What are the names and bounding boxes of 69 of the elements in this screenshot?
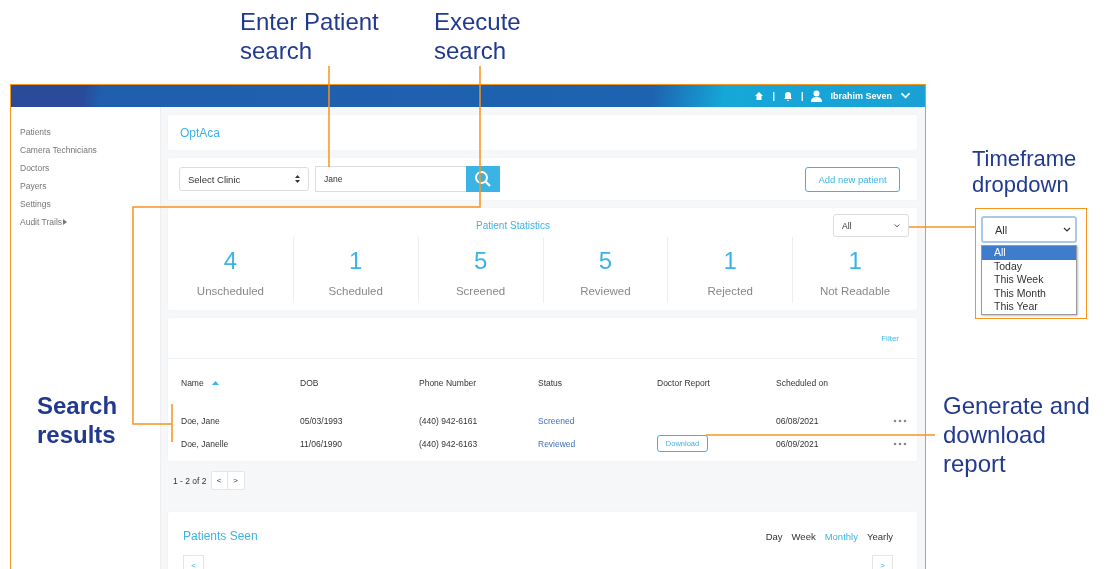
sidebar-item[interactable]: Patients <box>20 126 160 138</box>
table-cell-text: (440) 942-6161 <box>419 415 479 426</box>
user-icon[interactable] <box>811 90 823 102</box>
chevron-down-icon <box>1063 226 1071 233</box>
page-range: 1 - 2 of 2 <box>173 475 207 486</box>
column-header[interactable]: Doctor Report <box>657 378 776 388</box>
stat-label: Rejected <box>707 285 753 297</box>
dropdown-option[interactable]: All <box>982 246 1076 260</box>
table-cell-text: 06/08/2021 <box>776 415 820 426</box>
column-header[interactable]: Name <box>181 378 300 388</box>
column-header[interactable]: DOB <box>300 378 419 388</box>
callout-label: Execute search <box>434 8 522 66</box>
table-cell-text: 06/09/2021 <box>776 438 820 449</box>
chart-title: Patients Seen <box>183 529 258 543</box>
stat-count: 5 <box>598 247 613 275</box>
table-cell-text: 05/03/1993 <box>300 415 344 426</box>
stat-count: 4 <box>223 247 238 275</box>
callout-label: Timeframe dropdown <box>972 146 1078 199</box>
separator: | <box>772 91 775 101</box>
stat-count: 5 <box>473 247 488 275</box>
chevron-down-icon <box>894 222 900 229</box>
statistics-title: Patient Statistics <box>476 220 550 231</box>
table-cell-text: Doe, Jane <box>181 415 221 426</box>
table-cell-text: Doe, Janelle <box>181 438 230 449</box>
chevron-down-icon <box>900 92 911 100</box>
sidebar-item[interactable]: Doctors <box>20 162 160 174</box>
period-tab[interactable]: Day <box>765 530 783 542</box>
callout-label: Search results <box>37 392 119 450</box>
separator: | <box>800 91 804 101</box>
column-header[interactable]: Status <box>538 378 657 388</box>
search-icon <box>474 170 492 188</box>
more-icon[interactable] <box>893 418 907 423</box>
dropdown-option[interactable]: This Week <box>982 273 1076 287</box>
sidebar-item[interactable]: Audit Trails <box>20 216 160 228</box>
column-header[interactable]: Phone Number <box>419 378 538 388</box>
sidebar-item[interactable]: Camera Technicians <box>20 144 160 156</box>
timeframe-select[interactable]: All <box>981 216 1077 243</box>
caret-right-icon <box>63 219 68 225</box>
stat-count: 1 <box>848 247 862 275</box>
column-header[interactable]: Scheduled on <box>776 378 886 388</box>
stat-label: Scheduled <box>328 285 383 297</box>
stat-count: 1 <box>723 247 737 275</box>
status-text: Screened <box>538 415 576 426</box>
stat-count: 1 <box>349 247 363 275</box>
callout-label: Generate and download report <box>943 392 1091 479</box>
dropdown-option[interactable]: This Year <box>982 300 1076 314</box>
status-text: Reviewed <box>538 438 577 449</box>
stat-label: Unscheduled <box>196 285 264 297</box>
more-icon[interactable] <box>893 441 907 446</box>
timeframe-select[interactable]: All <box>833 214 909 237</box>
table-cell-text: (440) 942-6163 <box>419 438 479 449</box>
callout-label: Enter Patient search <box>240 8 380 66</box>
sort-arrows-icon <box>295 175 300 183</box>
sidebar-item[interactable]: Payers <box>20 180 160 192</box>
table-cell-text: 11/06/1990 <box>300 438 343 449</box>
clinic-select[interactable]: Select Clinic <box>179 167 309 191</box>
next-page-button[interactable]: > <box>227 472 244 489</box>
period-tab[interactable]: Week <box>791 530 816 542</box>
search-button[interactable] <box>466 166 500 192</box>
brand-name: OptAca <box>180 125 221 140</box>
sidebar-item[interactable]: Settings <box>20 198 160 210</box>
home-icon[interactable] <box>754 91 765 101</box>
stat-label: Not Readable <box>819 285 891 297</box>
search-field[interactable]: Jane <box>315 166 466 192</box>
bell-icon[interactable] <box>782 91 793 101</box>
stat-label: Reviewed <box>580 285 631 297</box>
stat-label: Screened <box>455 285 506 297</box>
prev-page-button[interactable]: < <box>211 472 228 489</box>
period-tab[interactable]: Yearly <box>866 530 893 542</box>
